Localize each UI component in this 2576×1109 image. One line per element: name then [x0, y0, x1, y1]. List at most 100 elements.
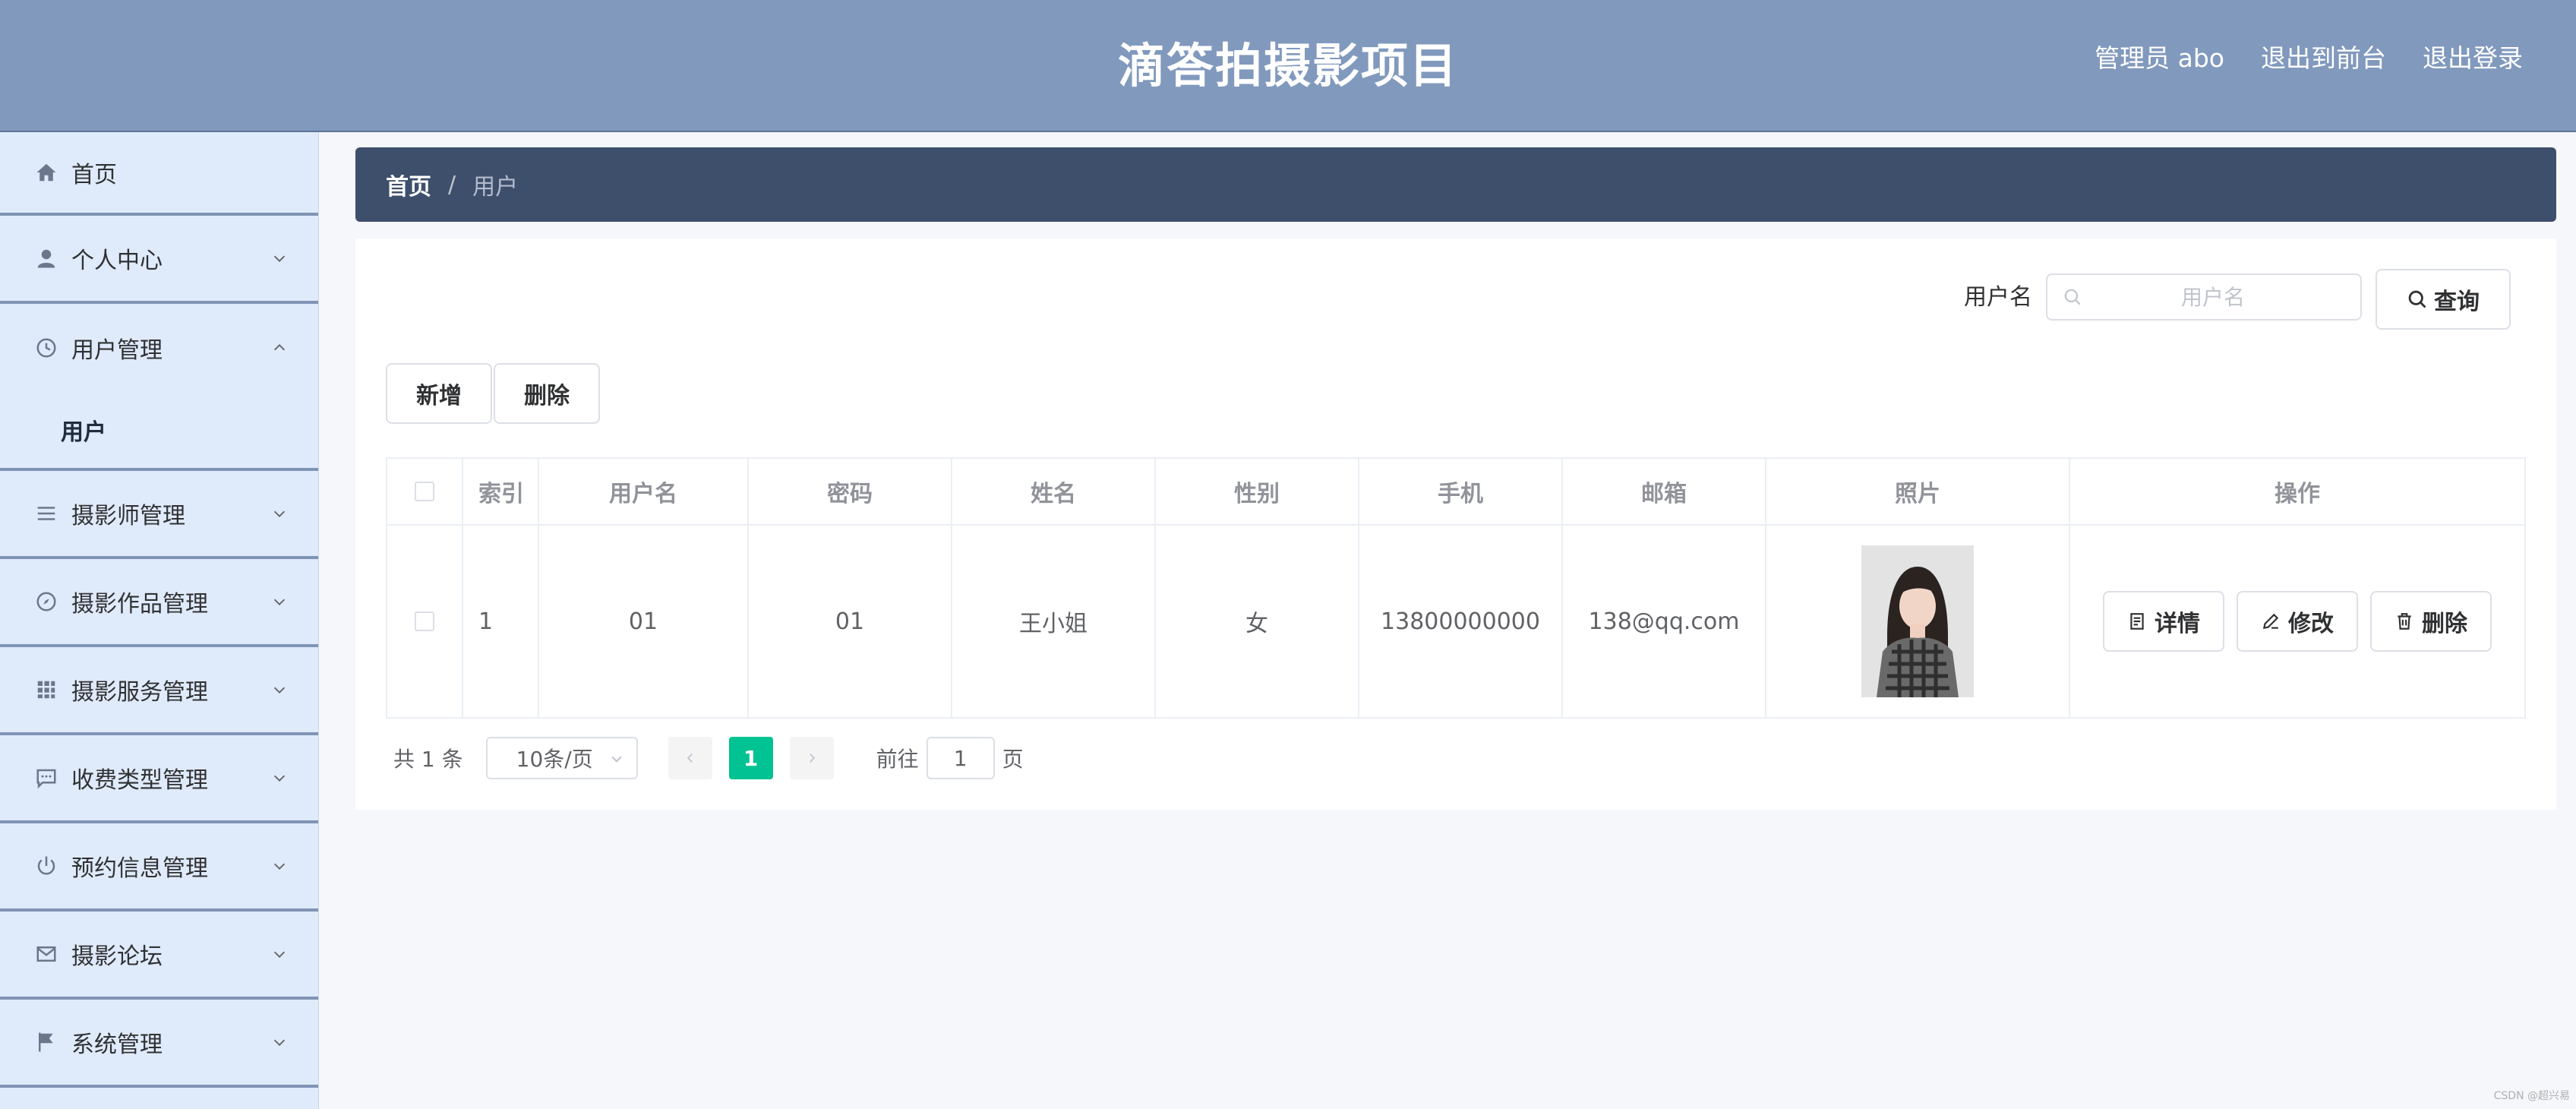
- sidebar-item-works-management[interactable]: 摄影作品管理: [0, 559, 318, 647]
- watermark: CSDN @超兴易: [2493, 1090, 2570, 1102]
- page-size-value: 10条/页: [516, 747, 593, 772]
- chat-icon: [35, 766, 58, 789]
- cell-phone: 13800000000: [1359, 526, 1563, 717]
- header-actions: 管理员 abo 退出到前台 退出登录: [2095, 38, 2523, 74]
- sidebar-item-system-management[interactable]: 系统管理: [0, 1000, 318, 1088]
- top-header: 滴答拍摄影项目 管理员 abo 退出到前台 退出登录: [0, 0, 2576, 132]
- pagination: 共 1 条 10条/页 1 前往 页: [393, 737, 1024, 779]
- query-button-label: 查询: [2434, 289, 2480, 315]
- sidebar-item-label: 摄影论坛: [71, 943, 163, 970]
- breadcrumb-home-link[interactable]: 首页: [386, 168, 431, 201]
- main-panel: 用户名 查询 新增 删除 索引 用户名 密码 姓名 性别 手机 邮箱 照: [355, 239, 2556, 810]
- column-header-actions: 操作: [2275, 481, 2320, 507]
- search-input[interactable]: [2082, 283, 2344, 311]
- add-button-label: 新增: [416, 383, 462, 409]
- exit-to-front-link[interactable]: 退出到前台: [2261, 38, 2386, 74]
- power-icon: [35, 855, 58, 877]
- delete-button[interactable]: 删除: [2370, 591, 2492, 652]
- sidebar-item-label: 个人中心: [71, 248, 163, 274]
- search-label: 用户名: [1964, 284, 2032, 311]
- query-button[interactable]: 查询: [2376, 269, 2511, 330]
- cell-photo: [1766, 526, 2070, 717]
- chevron-up-icon: [273, 344, 286, 351]
- cell-actions: 详情 修改 删除: [2070, 526, 2524, 717]
- sidebar-subitem-user[interactable]: 用户: [0, 392, 318, 468]
- sidebar-item-user-management[interactable]: 用户管理: [0, 304, 318, 392]
- column-header-name: 姓名: [952, 459, 1156, 524]
- search-input-wrapper: [2046, 273, 2362, 321]
- detail-button-label: 详情: [2155, 611, 2200, 637]
- chevron-down-icon: [273, 951, 286, 958]
- admin-user-label: 管理员 abo: [2095, 43, 2224, 73]
- cell-password: 01: [749, 526, 952, 717]
- column-header-gender: 性别: [1156, 459, 1359, 524]
- sidebar-item-booking-management[interactable]: 预约信息管理: [0, 823, 318, 912]
- detail-button[interactable]: 详情: [2103, 591, 2224, 652]
- sidebar-item-fee-type-management[interactable]: 收费类型管理: [0, 735, 318, 823]
- sidebar-item-label: 摄影服务管理: [71, 679, 208, 706]
- sidebar-group-user-management: 用户管理 用户: [0, 304, 318, 471]
- column-header-password: 密码: [749, 459, 952, 524]
- cell-email: 138@qq.com: [1563, 526, 1766, 717]
- chevron-down-icon: [273, 775, 286, 782]
- chevron-down-icon: [273, 255, 286, 262]
- page-number-current[interactable]: 1: [728, 737, 773, 779]
- column-header-photo: 照片: [1766, 459, 2070, 524]
- chevron-right-icon: [809, 754, 815, 763]
- cell-gender: 女: [1156, 526, 1359, 717]
- sidebar-item-service-management[interactable]: 摄影服务管理: [0, 647, 318, 735]
- user-icon: [35, 247, 58, 270]
- chevron-down-icon: [273, 599, 286, 605]
- pagination-total: 共 1 条: [393, 747, 463, 772]
- prev-page-button[interactable]: [668, 737, 712, 779]
- goto-page-input[interactable]: [926, 737, 995, 779]
- edit-button-label: 修改: [2288, 611, 2334, 637]
- document-icon: [2130, 613, 2144, 630]
- batch-delete-button-label: 删除: [524, 383, 570, 409]
- sidebar: 首页 个人中心 用户管理 用户 摄影师管理 摄影作品管理 摄影服务管理 收费类型…: [0, 132, 319, 1109]
- cell-index: 1: [463, 526, 539, 717]
- chevron-left-icon: [687, 754, 693, 763]
- edit-button[interactable]: 修改: [2237, 591, 2358, 652]
- sidebar-item-label: 收费类型管理: [71, 767, 208, 794]
- breadcrumb-separator: /: [448, 171, 456, 198]
- chevron-down-icon: [611, 756, 622, 763]
- column-header-email: 邮箱: [1563, 459, 1766, 524]
- chevron-down-icon: [273, 510, 286, 517]
- search-icon: [2064, 289, 2081, 305]
- sidebar-item-label: 摄影师管理: [71, 503, 185, 529]
- next-page-button[interactable]: [789, 737, 834, 779]
- table-body: 1 01 01 王小姐 女 13800000000 138@qq.com 详情 …: [387, 526, 2524, 717]
- sidebar-item-forum[interactable]: 摄影论坛: [0, 912, 318, 1000]
- grid-icon: [35, 678, 58, 701]
- row-checkbox[interactable]: [415, 611, 434, 631]
- cell-username: 01: [539, 526, 749, 717]
- edit-icon: [2262, 613, 2279, 630]
- mail-icon: [35, 943, 58, 965]
- flag-icon: [35, 1031, 58, 1054]
- sidebar-item-label: 预约信息管理: [71, 855, 208, 882]
- compass-icon: [35, 590, 58, 613]
- batch-delete-button[interactable]: 删除: [494, 363, 600, 424]
- logout-link[interactable]: 退出登录: [2423, 38, 2523, 74]
- table-header: 索引 用户名 密码 姓名 性别 手机 邮箱 照片 操作: [387, 459, 2524, 526]
- search-icon: [2408, 290, 2426, 308]
- add-button[interactable]: 新增: [386, 363, 492, 424]
- header-select-all-cell: [387, 459, 463, 524]
- column-header-index: 索引: [463, 459, 539, 524]
- home-icon: [35, 161, 58, 184]
- sidebar-item-home[interactable]: 首页: [0, 132, 318, 216]
- sidebar-item-label: 摄影作品管理: [71, 591, 208, 618]
- sidebar-item-label: 用户管理: [71, 337, 163, 364]
- sidebar-item-personal-center[interactable]: 个人中心: [0, 216, 318, 304]
- sidebar-subitem-label: 用户: [61, 419, 106, 446]
- row-select-cell: [387, 526, 463, 717]
- page-size-select[interactable]: 10条/页: [485, 737, 638, 779]
- chevron-down-icon: [273, 863, 286, 870]
- sidebar-item-photographer-management[interactable]: 摄影师管理: [0, 471, 318, 559]
- users-table: 索引 用户名 密码 姓名 性别 手机 邮箱 照片 操作 1 01 01 王小姐 …: [386, 457, 2526, 719]
- column-header-phone: 手机: [1359, 459, 1563, 524]
- column-header-username: 用户名: [539, 459, 749, 524]
- list-icon: [35, 502, 58, 525]
- select-all-checkbox[interactable]: [415, 482, 434, 501]
